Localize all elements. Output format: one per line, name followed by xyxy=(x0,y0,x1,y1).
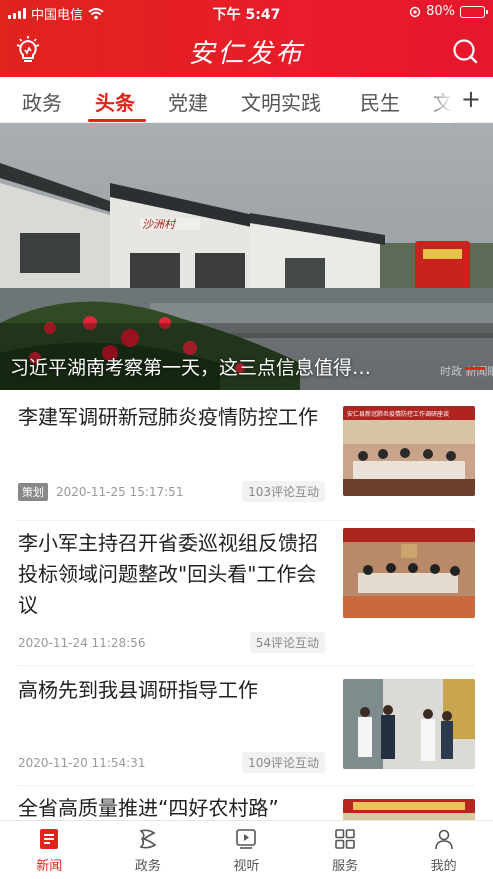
news-item[interactable]: 李小军主持召开省委巡视组反馈招投标领域问题整改"回头看"工作会议 2020-11… xyxy=(0,520,493,665)
video-icon xyxy=(236,829,257,849)
news-item[interactable]: 全省高质量推进“四好农村路” xyxy=(0,785,493,820)
tab-toutiao[interactable]: 头条 xyxy=(95,87,135,116)
hero-caption[interactable]: 习近平湖南考察第一天，这三点信息值得… xyxy=(10,353,371,380)
news-comment-count[interactable]: 109评论互动 xyxy=(242,752,325,773)
app-header: 中国电信 下午 5:47 80% 安仁发布 xyxy=(0,0,493,77)
news-icon xyxy=(40,829,59,849)
hero-photo: 沙洲村 时政 新闻眼 xyxy=(0,123,493,390)
nav-label: 新闻 xyxy=(36,859,63,874)
news-meta: 2020-11-24 11:28:56 54评论互动 xyxy=(18,632,325,653)
government-icon xyxy=(139,829,157,849)
news-thumbnail xyxy=(343,799,475,820)
app-title: 安仁发布 xyxy=(188,39,305,69)
news-title[interactable]: 李建军调研新冠肺炎疫情防控工作 xyxy=(18,402,328,433)
news-comment-count[interactable]: 103评论互动 xyxy=(242,481,325,502)
active-tab-indicator xyxy=(88,119,146,122)
carousel-indicator xyxy=(465,367,485,370)
news-title[interactable]: 李小军主持召开省委巡视组反馈招投标领域问题整改"回头看"工作会议 xyxy=(18,528,328,621)
news-tag-badge: 策划 xyxy=(18,482,48,501)
search-icon[interactable] xyxy=(451,37,479,65)
tab-minsheng[interactable]: 民生 xyxy=(360,87,400,116)
nav-profile[interactable]: 我的 xyxy=(394,821,493,879)
news-comment-count[interactable]: 54评论互动 xyxy=(249,632,325,653)
news-date: 2020-11-24 11:28:56 xyxy=(18,635,146,650)
thumb-banner-text: 安仁县新冠肺炎疫情防控工作调研座谈 xyxy=(347,410,449,418)
title-bar: 安仁发布 xyxy=(0,25,493,77)
carousel-dot-active xyxy=(465,367,485,370)
tab-wenming-shijian[interactable]: 文明实践 xyxy=(241,87,321,116)
plus-icon[interactable]: + xyxy=(461,85,481,113)
nav-label: 我的 xyxy=(430,859,457,874)
news-title[interactable]: 高杨先到我县调研指导工作 xyxy=(18,675,328,706)
news-thumbnail xyxy=(343,528,475,618)
news-date: 2020-11-25 15:17:51 xyxy=(56,484,184,499)
nav-video[interactable]: 视听 xyxy=(197,821,296,879)
nav-label: 服务 xyxy=(332,859,359,874)
news-date: 2020-11-20 11:54:31 xyxy=(18,755,146,770)
tab-fade xyxy=(425,77,453,123)
news-thumbnail: 安仁县新冠肺炎疫情防控工作调研座谈 xyxy=(343,406,475,496)
nav-label: 视听 xyxy=(233,859,260,874)
tab-scroll: 政务 头条 党建 文明实践 民生 文 xyxy=(0,77,453,123)
nav-label: 政务 xyxy=(134,859,161,874)
tab-zhengwu[interactable]: 政务 xyxy=(22,87,62,116)
channel-tabs: 政务 头条 党建 文明实践 民生 文 + xyxy=(0,77,493,123)
nav-news[interactable]: 新闻 xyxy=(0,821,99,879)
battery-icon xyxy=(460,5,488,18)
news-item[interactable]: 高杨先到我县调研指导工作 2020-11-20 11:54:31 109评论互动 xyxy=(0,665,493,785)
news-title[interactable]: 全省高质量推进“四好农村路” xyxy=(18,793,328,820)
status-right: 80% xyxy=(409,4,488,19)
hero-banner[interactable]: 沙洲村 时政 新闻眼 习近平湖南考察第一天，这三点信息值得… xyxy=(0,123,493,390)
orientation-lock-icon xyxy=(409,6,421,17)
app-screen: 中国电信 下午 5:47 80% 安仁发布 政务 头条 党建 文明实践 民生 +… xyxy=(0,0,493,879)
services-grid-icon xyxy=(335,829,355,849)
news-item[interactable]: 李建军调研新冠肺炎疫情防控工作 策划 2020-11-25 15:17:51 1… xyxy=(0,390,493,520)
news-thumbnail xyxy=(343,679,475,769)
nav-services[interactable]: 服务 xyxy=(296,821,395,879)
battery-percent: 80% xyxy=(426,4,455,19)
profile-icon xyxy=(434,829,453,850)
news-meta: 策划 2020-11-25 15:17:51 103评论互动 xyxy=(18,481,325,502)
status-bar: 中国电信 下午 5:47 80% xyxy=(0,0,493,25)
tab-dangjian[interactable]: 党建 xyxy=(168,87,208,116)
bottom-tab-bar: 新闻 政务 视听 服务 我的 xyxy=(0,820,493,879)
nav-government[interactable]: 政务 xyxy=(99,821,198,879)
village-sign: 沙洲村 xyxy=(142,218,177,231)
news-meta: 2020-11-20 11:54:31 109评论互动 xyxy=(18,752,325,773)
